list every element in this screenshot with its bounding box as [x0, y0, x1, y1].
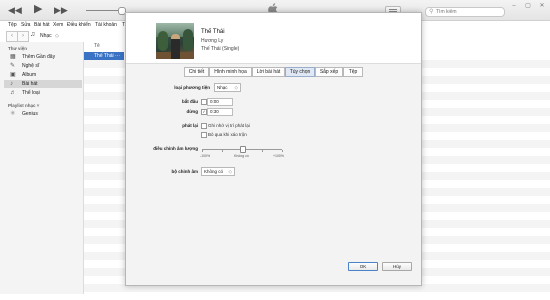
start-time-value: 0:00: [210, 99, 219, 104]
stop-label: dừng: [186, 109, 198, 114]
sidebar-item-artists[interactable]: ✎ Nghệ sĩ: [4, 62, 82, 70]
maximize-icon[interactable]: ▢: [524, 3, 532, 10]
volume-min-label: -100%: [200, 154, 211, 158]
tab-options[interactable]: Tùy chọn: [285, 67, 315, 77]
menu-controls[interactable]: Điều khiển: [67, 22, 91, 28]
song-icon: ♪: [10, 81, 13, 87]
nav-row: ‹ › ♫ Nhạc ◇: [0, 30, 84, 42]
play-icon[interactable]: ▶: [34, 4, 42, 15]
song-artist: Hương Ly: [201, 38, 224, 44]
recent-icon: ▦: [10, 54, 16, 60]
close-icon[interactable]: ✕: [538, 3, 546, 10]
table-row[interactable]: [84, 292, 550, 300]
album-icon: ▣: [10, 72, 16, 78]
sidebar-item-albums[interactable]: ▣ Album: [4, 71, 82, 79]
search-input[interactable]: [436, 8, 500, 16]
genius-icon: ⚛: [10, 111, 16, 117]
start-time-field[interactable]: 0:00: [207, 98, 233, 106]
volume-slider[interactable]: [86, 10, 122, 11]
media-kind-label: loại phương tiện: [174, 85, 210, 90]
minimize-icon[interactable]: –: [510, 3, 518, 10]
rewind-icon[interactable]: ◀◀: [8, 5, 22, 15]
media-kind-select[interactable]: Nhạc ◇: [214, 83, 241, 92]
sidebar-item-label: Genius: [22, 111, 38, 117]
skip-shuffle-checkbox[interactable]: [201, 132, 207, 138]
stop-time-value: 0:30: [210, 109, 219, 114]
sidebar-item-label: Album: [22, 72, 37, 78]
equalizer-select[interactable]: Không có ◇: [201, 167, 235, 176]
tab-details[interactable]: Chi tiết: [184, 67, 209, 77]
volume-mid-label: Không có: [234, 154, 249, 158]
menu-account[interactable]: Tài khoản: [95, 22, 117, 28]
search-icon: ⚲: [429, 9, 434, 15]
sidebar-item-label: Bài hát: [22, 81, 38, 87]
menu-bar: Tệp Sửa Bài hát Xem Điều khiển Tài khoản…: [0, 21, 130, 29]
menu-view[interactable]: Xem: [53, 22, 63, 28]
library-label: Nhạc: [40, 33, 52, 39]
playlists-header[interactable]: Playlist nhạc ˅: [8, 103, 39, 108]
menu-edit[interactable]: Sửa: [21, 22, 30, 28]
sidebar-item-songs[interactable]: ♪ Bài hát: [4, 80, 82, 88]
equalizer-label: bộ chỉnh âm: [171, 169, 198, 174]
remember-position-label: Ghi nhớ vị trí phát lại: [208, 123, 250, 128]
equalizer-value: Không có: [204, 169, 224, 174]
sidebar-item-label: Thêm Gần đây: [22, 54, 56, 60]
forward-button[interactable]: ›: [17, 31, 29, 42]
column-header-name[interactable]: Tê: [94, 43, 100, 49]
tab-sorting[interactable]: Sắp xếp: [315, 67, 343, 77]
sidebar-item-genres[interactable]: ♬ Thể loại: [4, 89, 82, 97]
volume-adjust-label: điều chỉnh âm lượng: [153, 146, 198, 151]
menu-file[interactable]: Tệp: [8, 22, 17, 28]
song-title: Thế Thái: [201, 29, 225, 35]
album-artwork: [156, 23, 194, 59]
volume-max-label: +100%: [273, 154, 284, 158]
dialog-header: Thế Thái Hương Ly Thế Thái (Single): [126, 13, 421, 64]
library-header: Thư viện: [8, 46, 28, 51]
table-row-selected[interactable]: Thế Thái ···: [84, 52, 124, 60]
playback-label: phát lại: [182, 123, 198, 128]
tab-artwork[interactable]: Hình minh họa: [209, 67, 252, 77]
skip-shuffle-label: Bỏ qua khi xáo trộn: [208, 132, 247, 137]
sidebar-item-recent[interactable]: ▦ Thêm Gần đây: [4, 53, 82, 61]
sidebar-item-genius[interactable]: ⚛ Genius: [4, 110, 82, 118]
song-album: Thế Thái (Single): [201, 46, 240, 52]
genre-icon: ♬: [10, 90, 16, 96]
artist-icon: ✎: [10, 63, 16, 69]
sidebar: Thư viện ▦ Thêm Gần đây ✎ Nghệ sĩ ▣ Albu…: [0, 42, 84, 294]
music-note-icon: ♫: [30, 31, 36, 38]
sidebar-item-label: Nghệ sĩ: [22, 63, 40, 69]
media-kind-value: Nhạc: [217, 85, 228, 90]
cancel-button[interactable]: Hủy: [382, 262, 412, 271]
tab-file[interactable]: Tệp: [343, 67, 363, 77]
chevron-updown-icon: ◇: [228, 169, 232, 174]
menu-song[interactable]: Bài hát: [34, 22, 50, 28]
search-field[interactable]: ⚲: [425, 7, 505, 17]
song-info-dialog: Thế Thái Hương Ly Thế Thái (Single) Chi …: [125, 12, 422, 286]
forward-icon[interactable]: ▶▶: [54, 5, 68, 15]
row-title: Thế Thái ···: [94, 53, 121, 59]
start-label: bắt đầu: [181, 99, 198, 104]
sidebar-item-label: Thể loại: [22, 90, 40, 96]
remember-position-checkbox[interactable]: [201, 123, 207, 129]
chevron-updown-icon: ◇: [55, 33, 59, 39]
ok-button[interactable]: OK: [348, 262, 378, 271]
tab-lyrics[interactable]: Lời bài hát: [252, 67, 285, 77]
volume-adjust-knob[interactable]: [240, 146, 246, 153]
chevron-updown-icon: ◇: [234, 85, 238, 90]
library-selector[interactable]: Nhạc ◇: [40, 33, 59, 39]
stop-time-field[interactable]: 0:30: [207, 108, 233, 116]
